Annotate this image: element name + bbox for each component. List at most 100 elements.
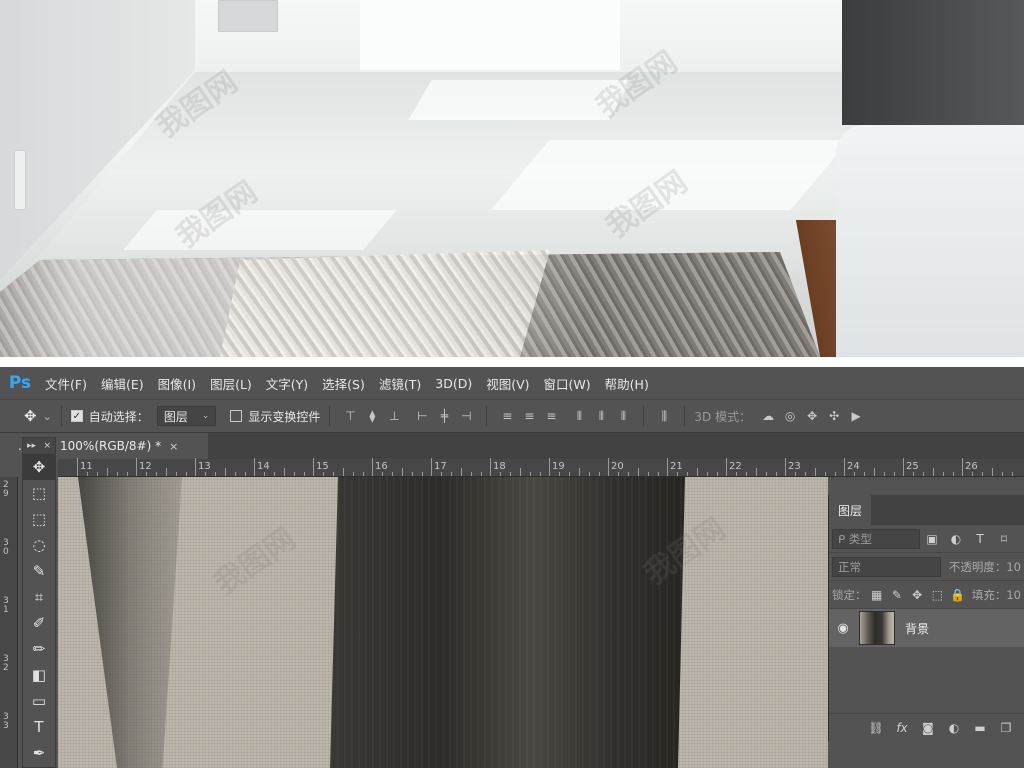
ruler-subtick [923, 472, 924, 476]
collapse-icon[interactable]: ▸▸ [27, 441, 36, 451]
menu-filter[interactable]: 滤镜(T) [372, 367, 428, 399]
menu-help[interactable]: 帮助(H) [598, 367, 656, 399]
lock-transparency-icon[interactable]: ▦ [867, 585, 887, 605]
3d-pan-icon[interactable]: ✥ [801, 406, 823, 426]
document-tab-bar: .jpg @ 100%(RGB/8#) * × [0, 433, 1024, 459]
menu-image[interactable]: 图像(I) [151, 367, 203, 399]
show-transform-option[interactable]: 显示变换控件 [230, 408, 320, 425]
menu-file[interactable]: 文件(F) [38, 367, 94, 399]
distribute-bottom-icon[interactable]: ≡ [540, 406, 562, 426]
ruler-label: 13 [198, 461, 211, 472]
new-layer-icon[interactable]: ❐ [993, 718, 1019, 738]
align-bottom-icon[interactable]: ⊥ [383, 406, 405, 426]
align-top-icon[interactable]: ⊤ [339, 406, 361, 426]
ruler-subtick [559, 472, 560, 476]
type-tool[interactable]: T [23, 714, 55, 740]
show-transform-checkbox[interactable] [230, 410, 243, 422]
move-tool[interactable]: ✥ [23, 454, 55, 480]
menu-window[interactable]: 窗口(W) [537, 367, 598, 399]
visibility-eye-icon[interactable]: ◉ [829, 621, 857, 636]
align-right-icon[interactable]: ⊣ [455, 406, 477, 426]
layer-style-icon[interactable]: fx [889, 718, 915, 738]
shape-filter-icon[interactable]: ⌑ [992, 529, 1016, 549]
align-hcenter-icon[interactable]: ╪ [433, 406, 455, 426]
close-icon[interactable]: × [169, 440, 178, 453]
ruler-subtick [618, 472, 619, 476]
ruler-subtick [530, 472, 531, 476]
opacity-value[interactable]: 10 [1006, 560, 1021, 574]
3d-slide-icon[interactable]: ✣ [823, 406, 845, 426]
menu-type[interactable]: 文字(Y) [259, 367, 315, 399]
3d-camera-icon[interactable]: ▶ [845, 406, 867, 426]
brush-tool[interactable]: ✏ [23, 636, 55, 662]
distribute-hcenter-icon[interactable]: ⦀ [590, 406, 612, 426]
lasso-tool[interactable]: ◌ [23, 532, 55, 558]
crop-tool[interactable]: ⌗ [23, 584, 55, 610]
menu-layer[interactable]: 图层(L) [203, 367, 259, 399]
distribute-right-icon[interactable]: ⦀ [612, 406, 634, 426]
chevron-down-icon: ⌄ [42, 409, 52, 423]
lock-pixels-icon[interactable]: ✎ [887, 585, 907, 605]
white-sofa [836, 125, 1024, 357]
ruler-label: 24 [847, 461, 860, 472]
artboard-tool[interactable]: ⬚ [23, 480, 55, 506]
tab-layers[interactable]: 图层 [829, 495, 871, 525]
menu-3d[interactable]: 3D(D) [428, 367, 479, 399]
blend-mode-dropdown[interactable]: 正常 [832, 556, 941, 577]
3d-roll-icon[interactable]: ◎ [779, 406, 801, 426]
distribute-left-icon[interactable]: ⦀ [568, 406, 590, 426]
ruler-subtick [717, 472, 718, 476]
ruler-subtick [186, 472, 187, 476]
marquee-tool[interactable]: ⬚ [23, 506, 55, 532]
ruler-subtick [854, 472, 855, 476]
dark-column [842, 0, 1024, 125]
ruler-subtick [894, 472, 895, 476]
document-canvas[interactable]: 我图网 我图网 [58, 477, 828, 768]
pen-tool[interactable]: ✒ [23, 740, 55, 766]
eyedropper-tool[interactable]: ✐ [23, 610, 55, 636]
link-layers-icon[interactable]: ⛓ [863, 718, 889, 738]
ruler-subtick [992, 468, 993, 476]
close-icon[interactable]: × [43, 441, 51, 451]
auto-align-icon[interactable]: ⫼ [653, 406, 675, 426]
fill-value[interactable]: 10 [1006, 588, 1021, 602]
distribute-vcenter-icon[interactable]: ≡ [518, 406, 540, 426]
ruler-label: 18 [493, 461, 506, 472]
align-left-icon[interactable]: ⊢ [411, 406, 433, 426]
ruler-subtick [107, 468, 108, 476]
lock-position-icon[interactable]: ✥ [907, 585, 927, 605]
eraser-tool[interactable]: ◧ [23, 662, 55, 688]
auto-select-option[interactable]: ✓ 自动选择： [70, 408, 149, 425]
gradient-tool[interactable]: ▭ [23, 688, 55, 714]
image-filter-icon[interactable]: ▣ [920, 529, 944, 549]
layers-panel: 图层 ᑭ 类型 ▣ ◐ T ⌑ 正常 不透明度： 10 锁定： ▦ ✎ ✥ ⬚ … [828, 495, 1024, 741]
type-filter-icon[interactable]: T [968, 529, 992, 549]
align-vcenter-icon[interactable]: ⧫ [361, 406, 383, 426]
distribute-top-icon[interactable]: ≡ [496, 406, 518, 426]
wall-panel [218, 0, 278, 32]
screenshot-root: 我图网 我图网 我图网 我图网 Ps 文件(F) 编辑(E) 图像(I) 图层(… [0, 0, 1024, 768]
new-group-icon[interactable]: ▬ [967, 718, 993, 738]
move-tool-preset[interactable]: ✥ ⌄ [24, 407, 52, 425]
quick-select-tool[interactable]: ✎ [23, 558, 55, 584]
new-adjustment-icon[interactable]: ◐ [941, 718, 967, 738]
adjustment-filter-icon[interactable]: ◐ [944, 529, 968, 549]
auto-select-dropdown[interactable]: 图层 ⌄ [156, 406, 217, 426]
lock-all-icon[interactable]: 🔒 [948, 585, 968, 605]
lock-label: 锁定： [832, 587, 867, 602]
ruler-subtick [156, 472, 157, 476]
menu-edit[interactable]: 编辑(E) [94, 367, 151, 399]
menu-select[interactable]: 选择(S) [315, 367, 372, 399]
add-mask-icon[interactable]: ◙ [915, 718, 941, 738]
menu-view[interactable]: 视图(V) [479, 367, 536, 399]
ruler-subtick [658, 472, 659, 476]
lock-artboard-icon[interactable]: ⬚ [927, 585, 947, 605]
layer-row-background[interactable]: ◉ 背景 [829, 609, 1024, 647]
auto-select-checkbox[interactable]: ✓ [70, 410, 83, 422]
layer-filter-dropdown[interactable]: ᑭ 类型 [832, 528, 920, 549]
watermark: 我图网 [208, 521, 302, 603]
divider [329, 406, 331, 426]
photoshop-logo: Ps [8, 373, 32, 393]
ruler-subtick [835, 472, 836, 476]
3d-orbit-icon[interactable]: ☁ [757, 406, 779, 426]
